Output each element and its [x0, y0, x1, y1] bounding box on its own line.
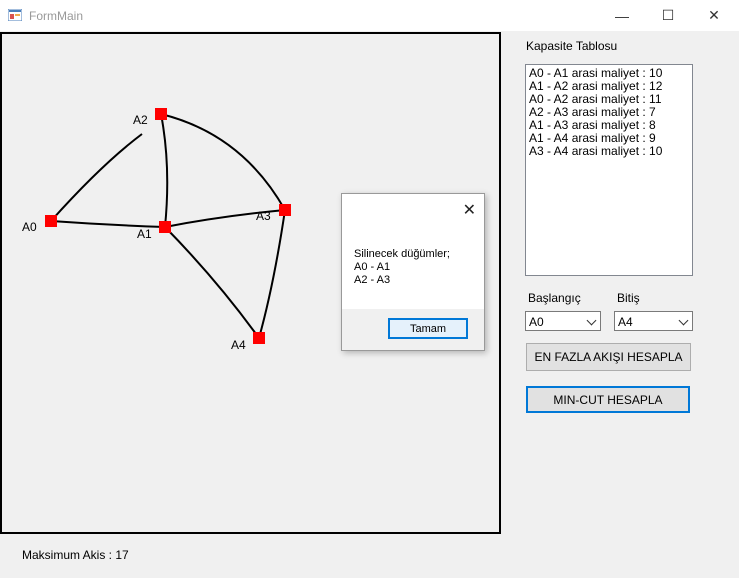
ok-button[interactable]: Tamam: [388, 318, 468, 339]
window-title: FormMain: [29, 9, 84, 23]
close-button[interactable]: ✕: [691, 0, 737, 31]
node-A1[interactable]: [159, 221, 171, 233]
chevron-down-icon: [678, 315, 689, 326]
message-dialog: ✕ Silinecek düğümler; A0 - A1 A2 - A3 Ta…: [341, 193, 485, 351]
edge-A1-A4: [164, 226, 260, 339]
start-node-select[interactable]: A0: [525, 311, 601, 331]
minimize-button[interactable]: —: [599, 0, 645, 31]
edge-A0-A2: [50, 133, 143, 222]
maximize-icon: ☐: [661, 7, 675, 23]
node-A3[interactable]: [279, 204, 291, 216]
end-label: Bitiş: [617, 291, 640, 305]
minimize-icon: —: [615, 7, 629, 24]
max-flow-status: Maksimum Akis : 17: [22, 548, 129, 562]
start-label: Başlangıç: [528, 291, 581, 305]
edge-A1-A2: [160, 113, 169, 228]
node-label-a1: A1: [137, 227, 152, 241]
node-label-a0: A0: [22, 220, 37, 234]
dialog-message-line: A0 - A1: [354, 261, 391, 273]
start-node-value: A0: [529, 315, 544, 329]
dialog-footer: Tamam: [342, 309, 484, 350]
edge-A3-A4: [258, 209, 286, 339]
dialog-message: Silinecek düğümler; A0 - A1 A2 - A3: [354, 248, 450, 287]
node-label-a3: A3: [256, 209, 271, 223]
node-label-a4: A4: [231, 338, 246, 352]
node-A2[interactable]: [155, 108, 167, 120]
capacity-listbox[interactable]: A0 - A1 arasi maliyet : 10 A1 - A2 arasi…: [525, 64, 693, 276]
title-bar: FormMain — ☐ ✕: [0, 0, 739, 31]
chevron-down-icon: [586, 315, 597, 326]
maximize-button[interactable]: ☐: [645, 0, 691, 31]
node-A4[interactable]: [253, 332, 265, 344]
min-cut-button[interactable]: MIN-CUT HESAPLA: [526, 386, 690, 413]
list-item[interactable]: A3 - A4 arasi maliyet : 10: [526, 145, 692, 158]
dialog-close-icon[interactable]: ✕: [463, 200, 476, 220]
max-flow-button-label: EN FAZLA AKIŞI HESAPLA: [534, 350, 683, 364]
capacity-table-label: Kapasite Tablosu: [526, 39, 618, 53]
close-icon: ✕: [708, 7, 720, 23]
ok-button-label: Tamam: [409, 322, 447, 335]
node-A0[interactable]: [45, 215, 57, 227]
min-cut-button-label: MIN-CUT HESAPLA: [553, 392, 663, 407]
dialog-message-line: A2 - A3: [354, 274, 391, 286]
app-icon: [8, 9, 22, 21]
end-node-select[interactable]: A4: [614, 311, 693, 331]
edge-A2-A3: [160, 113, 286, 211]
dialog-message-line: Silinecek düğümler;: [354, 248, 450, 260]
end-node-value: A4: [618, 315, 633, 329]
node-label-a2: A2: [133, 113, 148, 127]
max-flow-button[interactable]: EN FAZLA AKIŞI HESAPLA: [526, 343, 691, 371]
